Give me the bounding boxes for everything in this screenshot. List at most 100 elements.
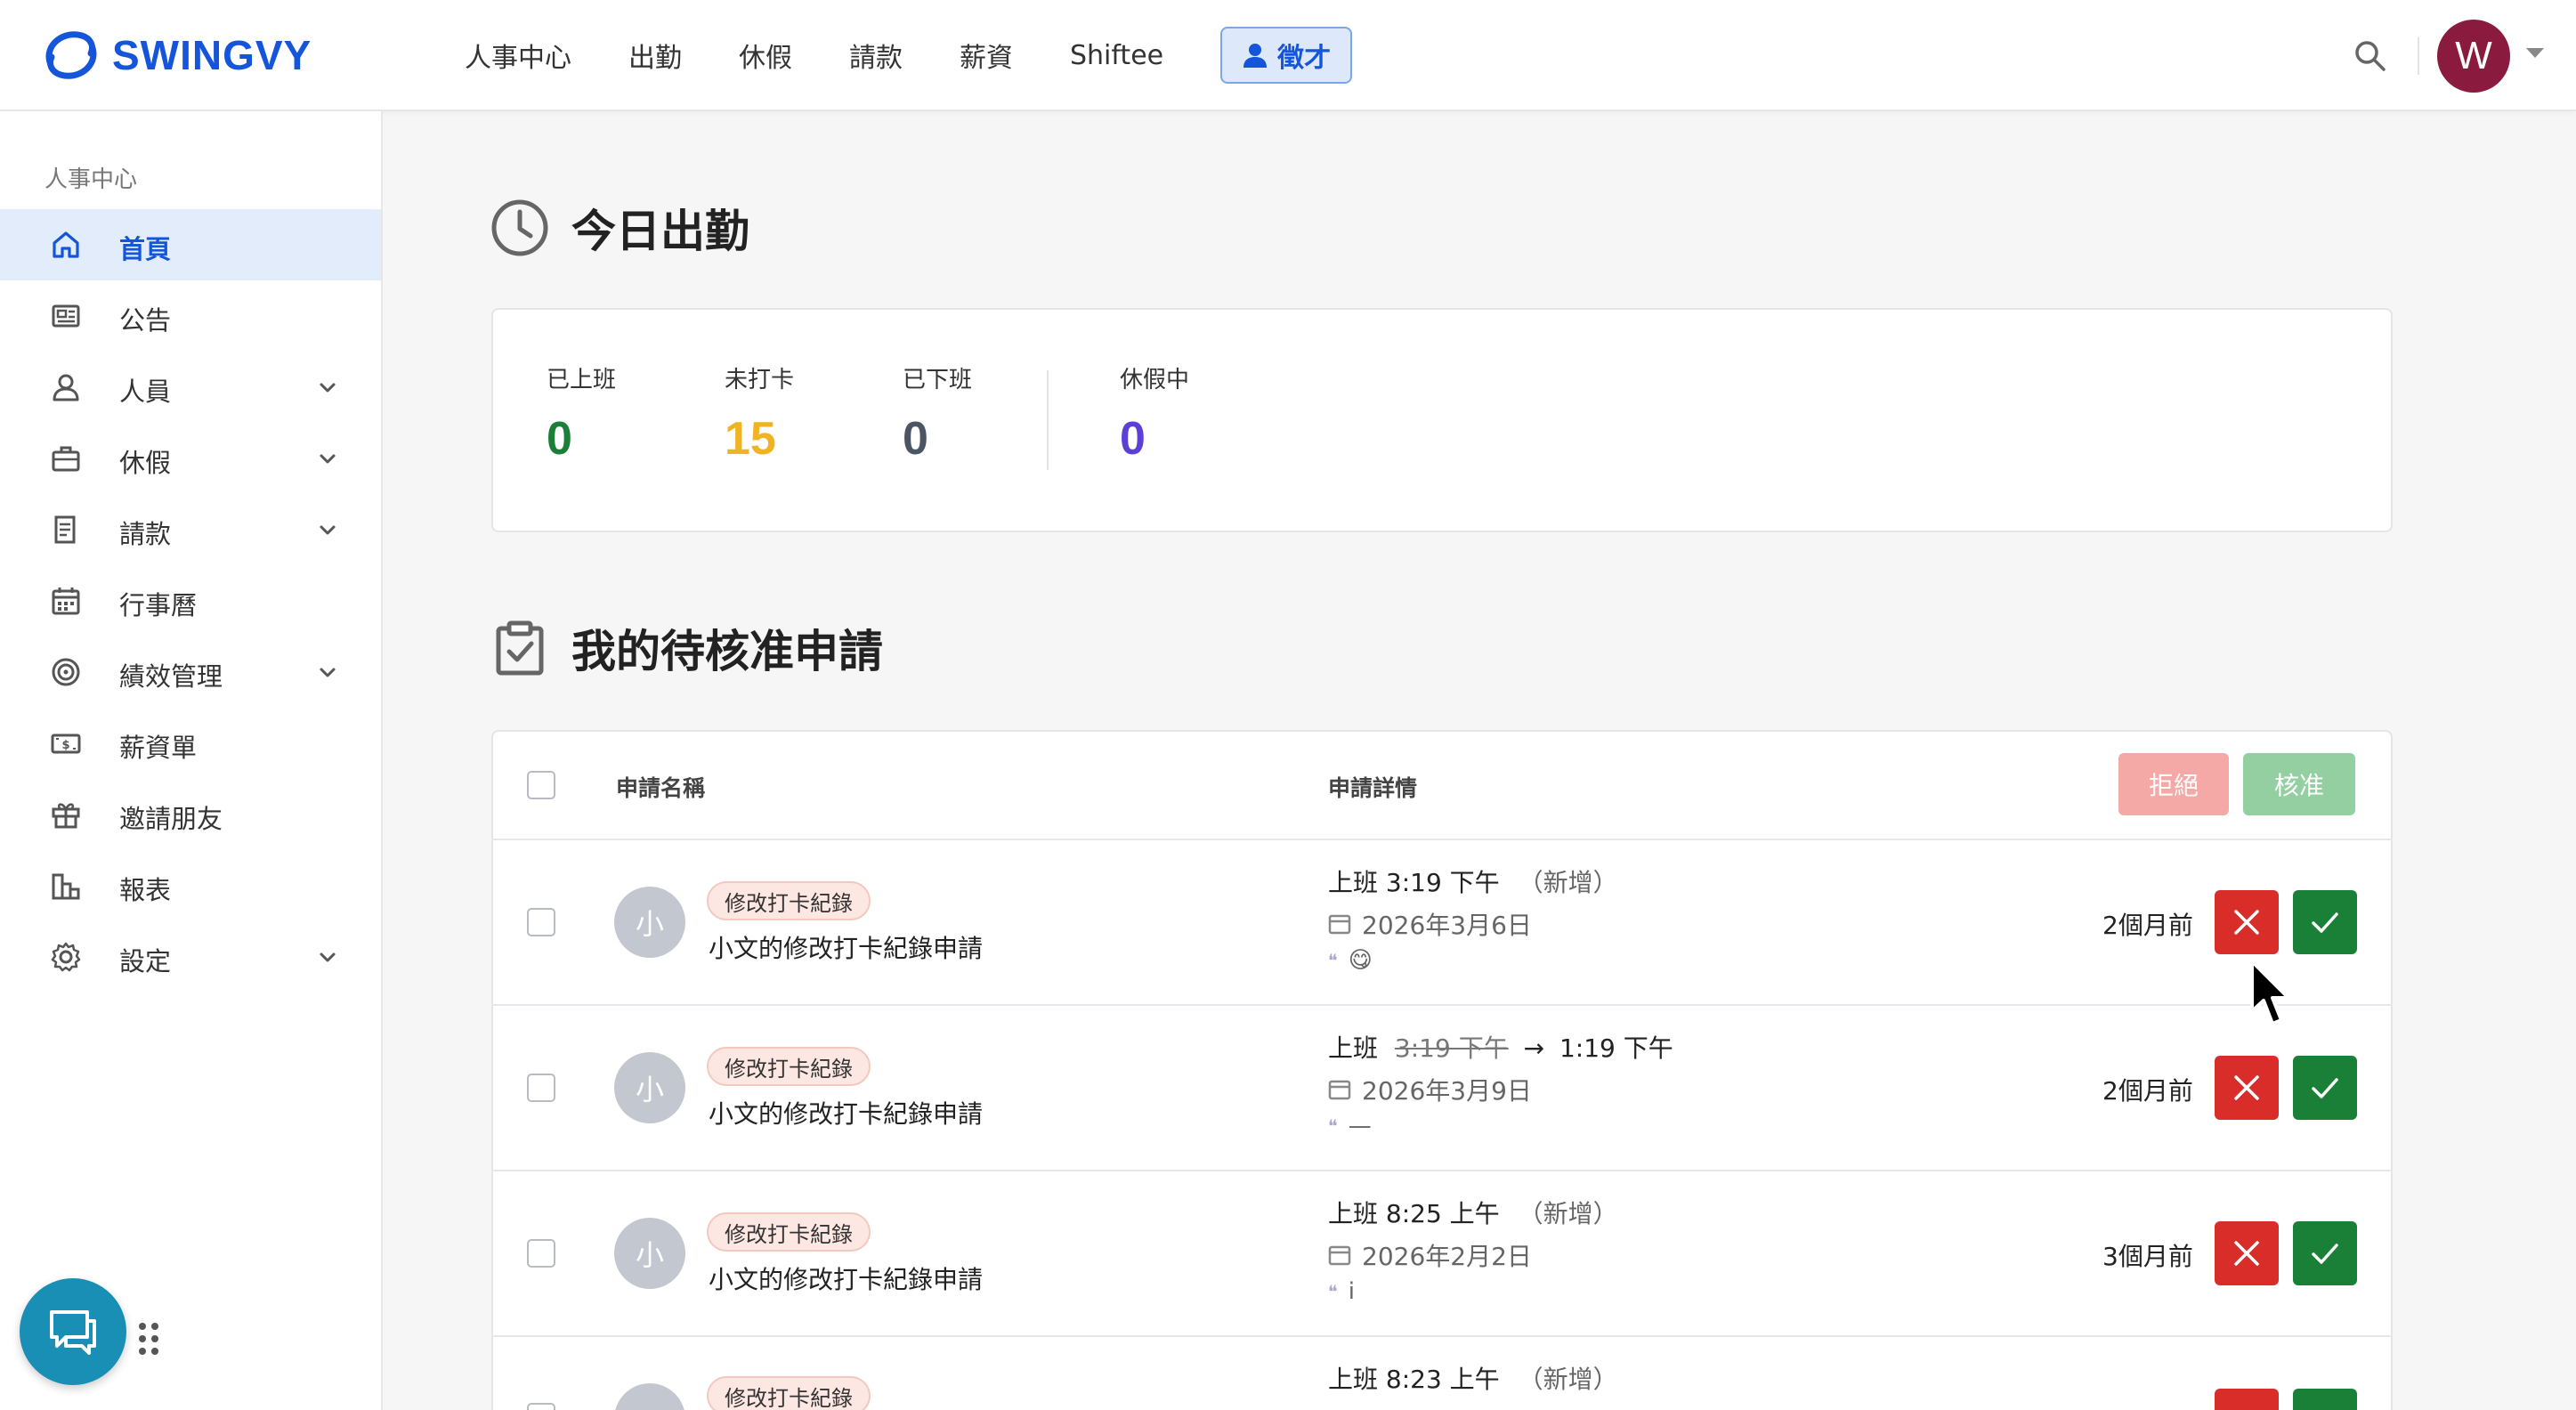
stat-not-clocked[interactable]: 未打卡 15 xyxy=(725,361,794,466)
detail-old-time: 3:19 下午 xyxy=(1394,1033,1509,1063)
row-divider xyxy=(491,1335,2393,1337)
row-checkbox[interactable] xyxy=(527,1074,555,1102)
chevron-down-icon[interactable] xyxy=(317,661,338,683)
calendar-icon xyxy=(52,588,80,615)
sidebar-item-label: 設定 xyxy=(119,946,172,976)
target-icon xyxy=(52,658,80,686)
nav-shiftee[interactable]: Shiftee xyxy=(1070,40,1163,71)
sidebar-item-home[interactable]: 首頁 xyxy=(0,209,381,280)
stat-clocked-in[interactable]: 已上班 0 xyxy=(547,361,616,466)
detail-text: 上班 3:19 下午 xyxy=(1328,868,1500,897)
quote-icon: ❝ xyxy=(1328,950,1338,971)
chevron-down-icon[interactable] xyxy=(2526,48,2544,58)
attendance-section-title: 今日出勤 xyxy=(490,196,749,260)
sidebar-item-performance[interactable]: 績效管理 xyxy=(0,636,381,708)
time-ago: 2個月前 xyxy=(2102,911,2193,940)
approve-button[interactable] xyxy=(2293,1056,2357,1120)
request-detail: 上班 3:19 下午 （新增） xyxy=(1328,863,1618,899)
chevron-down-icon[interactable] xyxy=(317,519,338,540)
detail-note: （新增） xyxy=(1518,868,1618,897)
nav-payroll[interactable]: 薪資 xyxy=(960,36,1013,75)
sidebar-item-label: 績效管理 xyxy=(119,661,223,692)
nav-attendance[interactable]: 出勤 xyxy=(628,36,682,75)
chevron-down-icon[interactable] xyxy=(317,946,338,968)
sidebar-item-invite[interactable]: 邀請朋友 xyxy=(0,779,381,850)
check-icon xyxy=(2312,1078,2338,1098)
sidebar-item-reports[interactable]: 報表 xyxy=(0,850,381,921)
nav-hr-center[interactable]: 人事中心 xyxy=(465,36,571,75)
sidebar-item-announcements[interactable]: 公告 xyxy=(0,280,381,352)
approve-button[interactable] xyxy=(2293,1221,2357,1285)
user-avatar[interactable]: W xyxy=(2437,20,2510,93)
stat-label: 休假中 xyxy=(1120,367,1190,393)
detail-new-time: 1:19 下午 xyxy=(1559,1033,1673,1063)
row-divider xyxy=(491,1004,2393,1006)
sidebar-item-label: 請款 xyxy=(119,519,172,549)
nav-claims[interactable]: 請款 xyxy=(849,36,903,75)
note-text: — xyxy=(1348,1113,1372,1139)
quote-icon: ❝ xyxy=(1328,1115,1338,1137)
newspaper-icon xyxy=(52,304,80,328)
request-name[interactable]: 小文的修改打卡紀錄申請 xyxy=(709,929,983,965)
report-icon xyxy=(52,873,80,900)
chevron-down-icon[interactable] xyxy=(317,448,338,469)
row-checkbox[interactable] xyxy=(527,1403,555,1410)
chevron-down-icon[interactable] xyxy=(317,377,338,398)
main-nav: 人事中心 出勤 休假 請款 薪資 Shiftee 徵才 xyxy=(465,27,1409,84)
time-ago: 3個月前 xyxy=(2102,1242,2193,1271)
swingvy-logo-icon xyxy=(45,31,97,79)
avatar: 小 xyxy=(614,1218,685,1289)
reject-all-button[interactable]: 拒絕 xyxy=(2118,753,2229,815)
home-icon xyxy=(53,231,79,258)
stat-value: 0 xyxy=(1120,413,1146,465)
sidebar-item-settings[interactable]: 設定 xyxy=(0,921,381,993)
request-detail: 上班 8:23 上午 （新增） xyxy=(1328,1360,1618,1396)
stat-on-leave[interactable]: 休假中 0 xyxy=(1120,361,1189,466)
request-type-tag: 修改打卡紀錄 xyxy=(707,881,871,920)
brand-name: SWINGVY xyxy=(112,32,312,78)
request-name[interactable]: 小文的修改打卡紀錄申請 xyxy=(709,1260,983,1296)
nav-leave[interactable]: 休假 xyxy=(739,36,792,75)
stat-clocked-out[interactable]: 已下班 0 xyxy=(903,361,972,466)
page-title: 今日出勤 xyxy=(571,206,749,257)
sidebar-item-claims[interactable]: 請款 xyxy=(0,494,381,565)
sidebar-item-calendar[interactable]: 行事曆 xyxy=(0,565,381,636)
approve-button[interactable] xyxy=(2293,890,2357,954)
request-note: ❝ 😋 xyxy=(1328,947,1373,974)
select-all-checkbox[interactable] xyxy=(527,771,555,799)
nav-recruit-button[interactable]: 徵才 xyxy=(1220,27,1353,84)
person-icon xyxy=(1243,44,1268,68)
reject-button[interactable] xyxy=(2215,1221,2279,1285)
sidebar-item-label: 公告 xyxy=(119,305,172,336)
brand-logo[interactable]: SWINGVY xyxy=(41,27,312,84)
gear-icon xyxy=(51,942,81,972)
search-icon[interactable] xyxy=(2353,39,2387,73)
mouse-cursor-icon xyxy=(2250,960,2290,1025)
briefcase-icon xyxy=(52,446,80,472)
reject-button[interactable] xyxy=(2215,890,2279,954)
request-detail: 上班 3:19 下午 → 1:19 下午 xyxy=(1328,1029,1673,1065)
approve-all-button[interactable]: 核准 xyxy=(2243,753,2355,815)
section-heading: 我的待核准申請 xyxy=(571,626,883,677)
row-checkbox[interactable] xyxy=(527,1239,555,1268)
request-name[interactable]: 小文的修改打卡紀錄申請 xyxy=(709,1095,983,1130)
drag-handle-icon[interactable] xyxy=(135,1319,162,1358)
reject-button[interactable] xyxy=(2215,1389,2279,1410)
stat-label: 已下班 xyxy=(903,367,973,393)
date-text: 2026年2月2日 xyxy=(1362,1242,1532,1271)
sidebar-item-people[interactable]: 人員 xyxy=(0,352,381,423)
arrow-icon: → xyxy=(1523,1033,1545,1063)
person-icon xyxy=(53,374,79,401)
sidebar-item-leave[interactable]: 休假 xyxy=(0,423,381,494)
time-ago: 2個月前 xyxy=(2102,1076,2193,1106)
approve-button[interactable] xyxy=(2293,1389,2357,1410)
request-date: 2026年3月6日 xyxy=(1328,906,1532,942)
close-icon xyxy=(2234,910,2259,935)
sidebar-item-payslip[interactable]: $ 薪資單 xyxy=(0,708,381,779)
reject-button[interactable] xyxy=(2215,1056,2279,1120)
row-checkbox[interactable] xyxy=(527,908,555,936)
sidebar-item-label: 首頁 xyxy=(119,234,172,264)
calendar-icon xyxy=(1328,1080,1351,1100)
chat-button[interactable] xyxy=(20,1278,126,1385)
request-detail: 上班 8:25 上午 （新增） xyxy=(1328,1195,1618,1230)
